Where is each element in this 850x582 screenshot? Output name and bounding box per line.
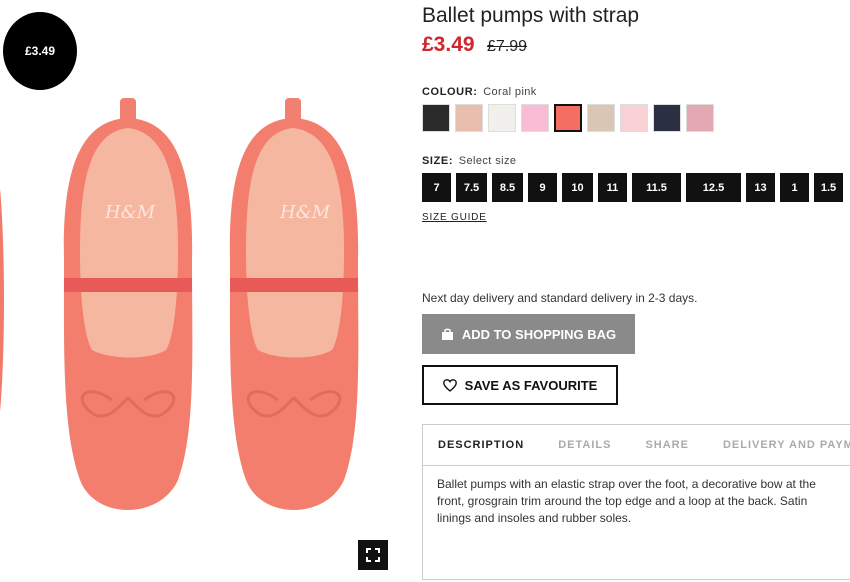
brand-logo: H&M bbox=[104, 202, 156, 223]
shopping-bag-icon bbox=[441, 328, 453, 340]
colour-label-row: COLOUR: Coral pink bbox=[422, 86, 537, 98]
size-label-row: SIZE: Select size bbox=[422, 155, 516, 167]
delivery-info: Next day delivery and standard delivery … bbox=[422, 291, 698, 305]
size-option[interactable]: 11.5 bbox=[632, 173, 681, 202]
size-option[interactable]: 7 bbox=[422, 173, 451, 202]
size-option[interactable]: 12.5 bbox=[686, 173, 741, 202]
tab-delivery-and-payme[interactable]: DELIVERY AND PAYME bbox=[723, 439, 850, 451]
product-image: H&M H&M bbox=[0, 98, 359, 510]
save-favourite-button[interactable]: SAVE AS FAVOURITE bbox=[422, 365, 618, 405]
size-option[interactable]: 9 bbox=[528, 173, 557, 202]
size-option[interactable]: 1.5 bbox=[814, 173, 843, 202]
tab-description[interactable]: DESCRIPTION bbox=[438, 439, 524, 451]
price-badge: £3.49 bbox=[3, 12, 77, 90]
tab-share[interactable]: SHARE bbox=[645, 439, 689, 451]
current-price: £3.49 bbox=[422, 33, 475, 56]
add-to-bag-label: ADD TO SHOPPING BAG bbox=[461, 326, 617, 342]
size-option[interactable]: 8.5 bbox=[492, 173, 523, 202]
heart-icon bbox=[442, 378, 457, 392]
size-option[interactable]: 10 bbox=[562, 173, 593, 202]
favourite-label: SAVE AS FAVOURITE bbox=[464, 377, 598, 393]
product-title: Ballet pumps with strap bbox=[422, 4, 640, 27]
colour-swatch-light-beige[interactable] bbox=[587, 104, 615, 132]
price-row: £3.49 £7.99 bbox=[422, 33, 527, 57]
info-tabs-panel: DESCRIPTION DETAILS SHARE DELIVERY AND PAYM… bbox=[422, 424, 850, 580]
size-options: 7 7.5 8.5 9 10 11 11.5 12.5 13 1 1.5 bbox=[422, 173, 843, 202]
size-label: SIZE: bbox=[422, 155, 454, 167]
expand-icon bbox=[366, 548, 380, 562]
add-to-bag-button[interactable]: ADD TO SHOPPING BAG bbox=[422, 314, 635, 354]
colour-swatches bbox=[422, 104, 714, 132]
brand-logo: H&M bbox=[279, 202, 331, 223]
colour-swatch-light-pink[interactable] bbox=[521, 104, 549, 132]
right-shoe: H&M bbox=[229, 98, 359, 510]
colour-swatch-pale-pink[interactable] bbox=[620, 104, 648, 132]
product-image-area: H&M H&M £3.49 bbox=[0, 0, 410, 582]
size-option[interactable]: 13 bbox=[746, 173, 775, 202]
size-option[interactable]: 11 bbox=[598, 173, 627, 202]
description-text: Ballet pumps with an elastic strap over … bbox=[437, 477, 816, 525]
colour-swatch-white[interactable] bbox=[488, 104, 516, 132]
size-option[interactable]: 1 bbox=[780, 173, 809, 202]
colour-swatch-beige-pink[interactable] bbox=[455, 104, 483, 132]
colour-swatch-dusty-pink[interactable] bbox=[686, 104, 714, 132]
left-shoe: H&M bbox=[63, 98, 193, 510]
colour-swatch-coral-pink[interactable] bbox=[554, 104, 582, 132]
info-tabs: DESCRIPTION DETAILS SHARE DELIVERY AND PAYM… bbox=[423, 425, 850, 466]
size-guide-link[interactable]: SIZE GUIDE bbox=[422, 212, 487, 223]
colour-swatch-black[interactable] bbox=[422, 104, 450, 132]
old-price: £7.99 bbox=[487, 38, 528, 55]
colour-swatch-dark-blue[interactable] bbox=[653, 104, 681, 132]
colour-value: Coral pink bbox=[483, 86, 537, 98]
colour-label: COLOUR: bbox=[422, 86, 478, 98]
tab-details[interactable]: DETAILS bbox=[558, 439, 611, 451]
size-value: Select size bbox=[458, 155, 517, 167]
size-option[interactable]: 7.5 bbox=[456, 173, 487, 202]
expand-image-button[interactable] bbox=[358, 540, 388, 570]
